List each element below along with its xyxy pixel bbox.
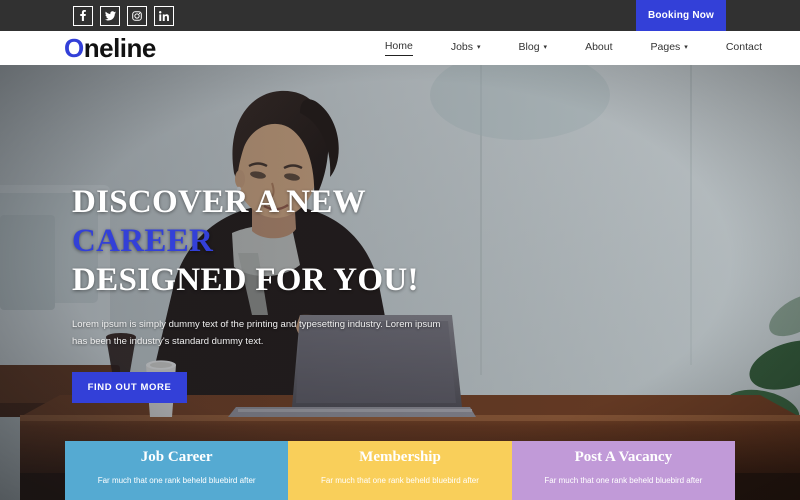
hero-title-accent: CAREER <box>72 222 214 259</box>
card-membership[interactable]: Membership Far much that one rank beheld… <box>288 441 512 500</box>
booking-now-button[interactable]: Booking Now <box>636 0 726 31</box>
instagram-icon[interactable] <box>127 5 147 26</box>
top-utility-bar: Booking Now <box>0 0 800 31</box>
card-title: Post A Vacancy <box>574 449 673 465</box>
nav-item-blog[interactable]: Blog ▾ <box>519 41 548 56</box>
card-job-career[interactable]: Job Career Far much that one rank beheld… <box>65 441 289 500</box>
nav-links: Home Jobs ▾ Blog ▾ About Pages ▾ Contact <box>347 40 762 56</box>
nav-label-home: Home <box>384 40 413 52</box>
nav-label-contact: Contact <box>725 40 762 53</box>
twitter-icon[interactable] <box>100 5 120 26</box>
facebook-icon[interactable] <box>73 5 93 26</box>
nav-item-about[interactable]: About <box>585 41 612 56</box>
hero-content: DISCOVER A NEW CAREER DESIGNED FOR YOU! … <box>72 183 502 403</box>
page-root: Booking Now Oneline Home Jobs ▾ Blog ▾ Abo… <box>0 0 800 500</box>
main-navbar: Oneline Home Jobs ▾ Blog ▾ About Pages ▾ Co… <box>0 31 800 65</box>
social-links <box>73 5 174 26</box>
find-out-more-button[interactable]: FIND OUT MORE <box>72 371 187 403</box>
card-post-a-vacancy[interactable]: Post A Vacancy Far much that one rank be… <box>511 441 735 500</box>
card-title: Job Career <box>140 449 213 465</box>
nav-item-jobs[interactable]: Jobs ▾ <box>451 41 481 56</box>
hero-title-line1-plain: DISCOVER A NEW <box>72 184 366 220</box>
logo-initial: O <box>64 33 84 63</box>
card-description: Far much that one rank beheld bluebird a… <box>544 475 703 485</box>
hero-section: DISCOVER A NEW CAREER DESIGNED FOR YOU! … <box>0 65 800 500</box>
nav-label-jobs: Jobs <box>450 40 474 53</box>
card-title: Membership <box>359 449 441 465</box>
nav-item-home[interactable]: Home <box>384 40 413 56</box>
feature-cards-row: Job Career Far much that one rank beheld… <box>65 441 735 500</box>
chevron-down-icon: ▾ <box>477 44 481 51</box>
logo-rest: neline <box>83 33 157 63</box>
linkedin-icon[interactable] <box>154 5 174 26</box>
card-description: Far much that one rank beheld bluebird a… <box>97 475 256 485</box>
nav-item-contact[interactable]: Contact <box>726 41 762 56</box>
hero-paragraph: Lorem ipsum is simply dummy text of the … <box>72 318 441 348</box>
nav-label-pages: Pages <box>650 40 681 53</box>
nav-item-pages[interactable]: Pages ▾ <box>651 41 688 56</box>
site-logo[interactable]: Oneline <box>64 35 156 61</box>
nav-label-about: About <box>585 40 613 53</box>
nav-label-blog: Blog <box>518 40 540 53</box>
card-description: Far much that one rank beheld bluebird a… <box>321 475 479 485</box>
hero-title: DISCOVER A NEW CAREER DESIGNED FOR YOU! <box>72 183 502 300</box>
chevron-down-icon: ▾ <box>684 44 688 51</box>
feature-cards <box>0 65 670 124</box>
chevron-down-icon: ▾ <box>543 44 548 51</box>
hero-title-line2: DESIGNED FOR YOU! <box>72 261 419 298</box>
